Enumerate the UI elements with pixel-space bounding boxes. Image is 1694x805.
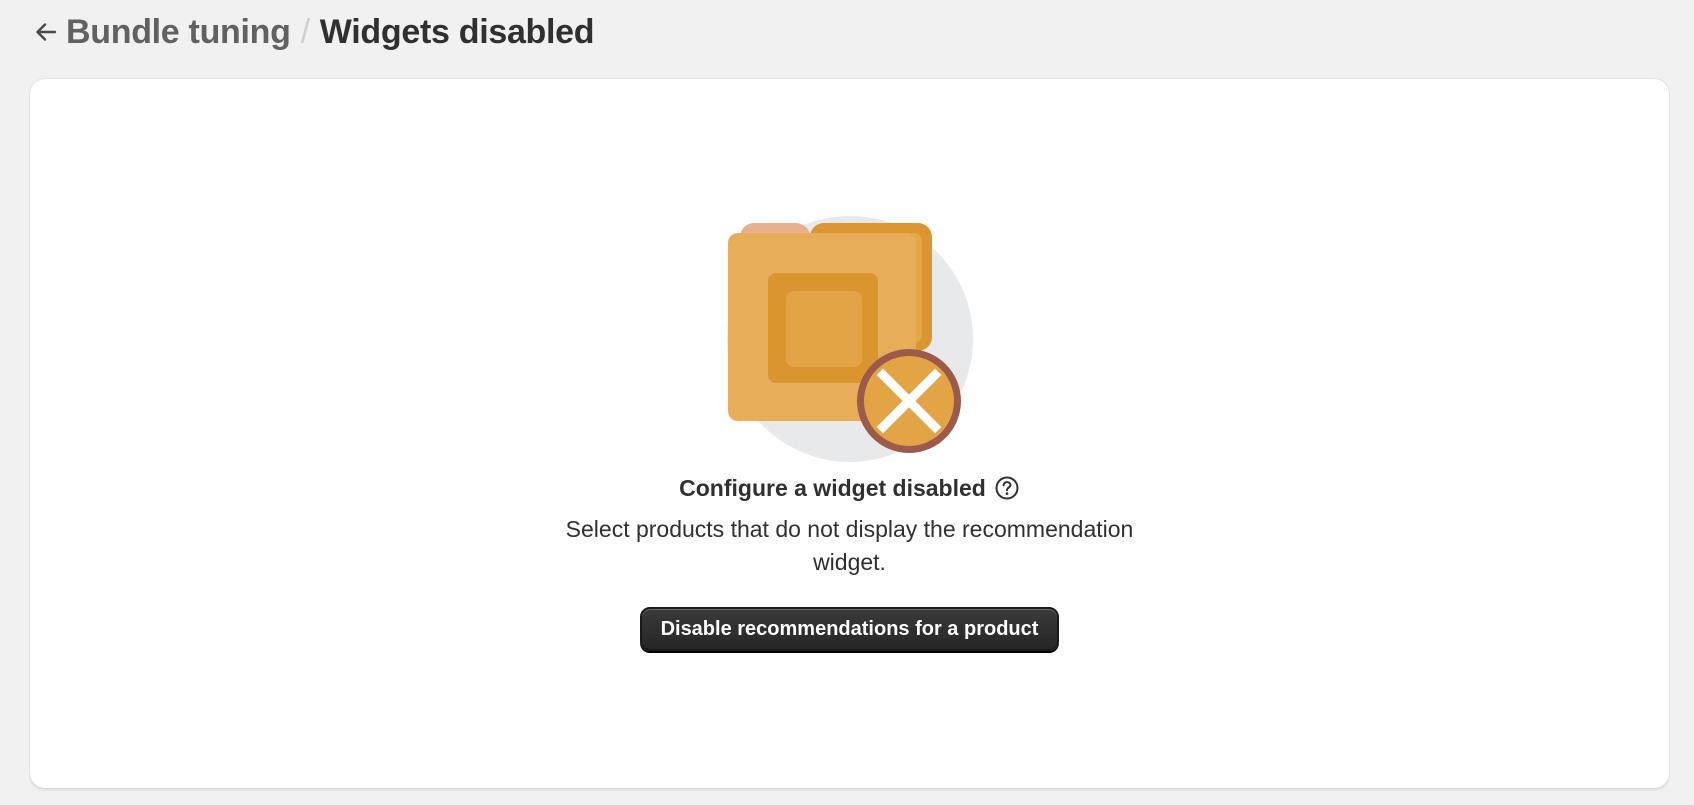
question-circle-icon[interactable] (994, 475, 1020, 501)
disable-recommendations-button[interactable]: Disable recommendations for a product (639, 607, 1060, 651)
page-title: Widgets disabled (319, 13, 595, 51)
page: Bundle tuning / Widgets disabled Configu… (0, 0, 1694, 805)
empty-state-title: Configure a widget disabled (679, 475, 986, 501)
page-header: Bundle tuning / Widgets disabled (28, 8, 595, 56)
breadcrumb-parent-link[interactable]: Bundle tuning (66, 13, 291, 51)
back-button[interactable] (28, 14, 64, 50)
empty-state-title-row: Configure a widget disabled (679, 473, 1020, 503)
empty-state-description: Select products that do not display the … (565, 516, 1134, 575)
empty-state: Configure a widget disabled Select produ… (30, 215, 1669, 651)
breadcrumb: Bundle tuning / Widgets disabled (66, 8, 595, 56)
arrow-left-icon (33, 19, 59, 45)
content-card: Configure a widget disabled Select produ… (29, 78, 1670, 790)
breadcrumb-separator: / (300, 13, 310, 51)
folder-disabled-illustration (726, 216, 973, 462)
